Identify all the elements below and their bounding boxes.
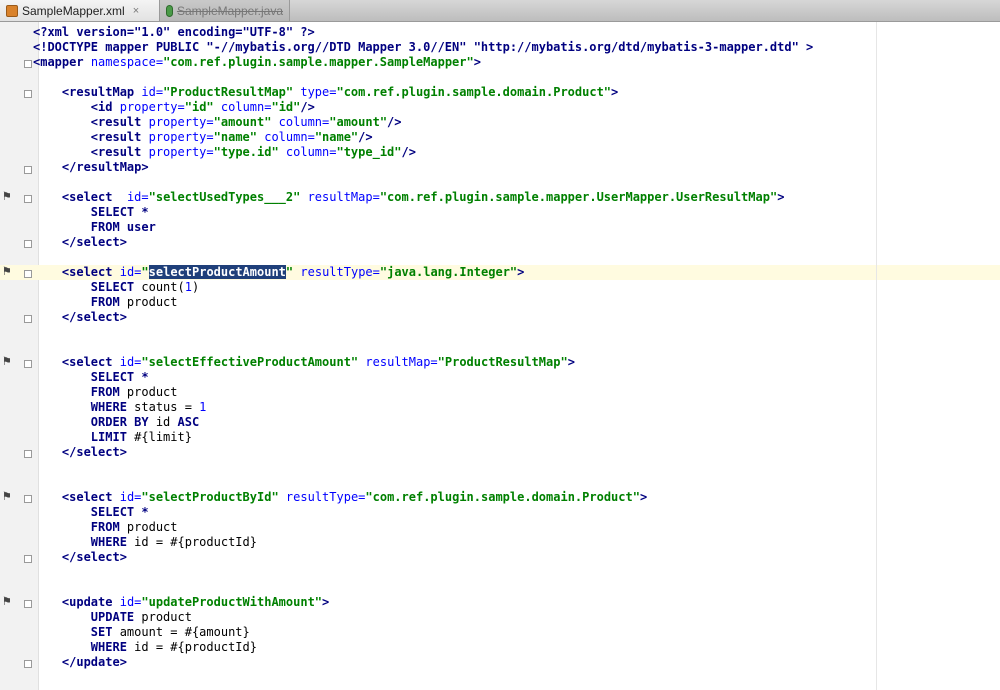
code-line: <?xml version="1.0" encoding="UTF-8" ?> — [33, 25, 315, 39]
code-line: <!DOCTYPE mapper PUBLIC "-//mybatis.org/… — [33, 40, 814, 54]
fold-marker[interactable] — [24, 450, 32, 458]
fold-marker[interactable] — [24, 660, 32, 668]
code-line: </select> — [61, 235, 127, 249]
fold-marker[interactable] — [24, 90, 32, 98]
tab-label: SampleMapper.xml — [22, 3, 125, 18]
fold-marker[interactable] — [24, 555, 32, 563]
code-line: <result property="type.id" column="type_… — [90, 145, 416, 159]
mapper-statement-icon[interactable]: ⚑ — [3, 595, 11, 608]
code-line: FROM user — [90, 220, 156, 234]
code-line: WHERE id = #{productId} — [90, 640, 257, 654]
fold-marker[interactable] — [24, 360, 32, 368]
code-line: UPDATE product — [90, 610, 192, 624]
close-icon[interactable]: × — [133, 5, 139, 17]
code-line: </resultMap> — [61, 160, 149, 174]
code-line: <select id="selectEffectiveProductAmount… — [61, 355, 575, 369]
code-line: ORDER BY id ASC — [90, 415, 200, 429]
code-line: SET amount = #{amount} — [90, 625, 250, 639]
code-line: </update> — [61, 655, 127, 669]
code-line: <mapper namespace="com.ref.plugin.sample… — [33, 55, 481, 69]
code-line: <select id="selectUsedTypes___2" resultM… — [61, 190, 785, 204]
code-line: <result property="amount" column="amount… — [90, 115, 402, 129]
tab-samplemapper-java[interactable]: SampleMapper.java — [160, 0, 290, 21]
fold-marker[interactable] — [24, 270, 32, 278]
xml-file-icon — [6, 4, 18, 17]
mapper-statement-icon[interactable]: ⚑ — [3, 355, 11, 368]
code-line: <result property="name" column="name"/> — [90, 130, 373, 144]
selected-text: selectProductAmount — [148, 265, 286, 279]
code-line: LIMIT #{limit} — [90, 430, 192, 444]
code-line: FROM product — [90, 295, 178, 309]
fold-marker[interactable] — [24, 315, 32, 323]
code-line: FROM product — [90, 520, 178, 534]
mapper-statement-icon[interactable]: ⚑ — [3, 265, 11, 278]
editor-tab-bar: SampleMapper.xml × SampleMapper.java — [0, 0, 1000, 22]
fold-marker[interactable] — [24, 166, 32, 174]
code-line: <id property="id" column="id"/> — [90, 100, 315, 114]
code-line: </select> — [61, 310, 127, 324]
tab-label: SampleMapper.java — [176, 3, 283, 18]
code-line: SELECT * — [90, 370, 149, 384]
code-line: <resultMap id="ProductResultMap" type="c… — [61, 85, 619, 99]
code-line: SELECT * — [90, 205, 149, 219]
code-line: <select id="selectProductById" resultTyp… — [61, 490, 648, 504]
code-line: </select> — [61, 445, 127, 459]
mapper-statement-icon[interactable]: ⚑ — [3, 490, 11, 503]
code-line: WHERE status = 1 — [90, 400, 207, 414]
fold-marker[interactable] — [24, 600, 32, 608]
java-class-icon — [166, 4, 173, 17]
code-line: SELECT * — [90, 505, 149, 519]
code-line: FROM product — [90, 385, 178, 399]
mapper-statement-icon[interactable]: ⚑ — [3, 190, 11, 203]
fold-marker[interactable] — [24, 60, 32, 68]
tab-samplemapper-xml[interactable]: SampleMapper.xml × — [0, 0, 160, 21]
code-line: WHERE id = #{productId} — [90, 535, 257, 549]
fold-marker[interactable] — [24, 495, 32, 503]
fold-marker[interactable] — [24, 195, 32, 203]
code-editor[interactable]: <?xml version="1.0" encoding="UTF-8" ?> … — [33, 22, 993, 690]
code-line: </select> — [61, 550, 127, 564]
code-line: <update id="updateProductWithAmount"> — [61, 595, 330, 609]
code-line: SELECT count(1) — [90, 280, 200, 294]
fold-marker[interactable] — [24, 240, 32, 248]
code-line: <select id="selectProductAmount" resultT… — [61, 265, 525, 279]
